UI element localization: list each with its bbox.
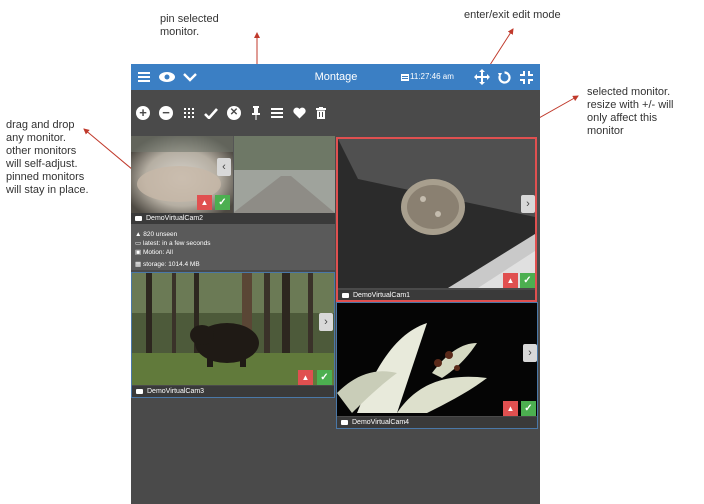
eye-icon[interactable]	[157, 64, 177, 90]
bell-icon[interactable]: ▲	[503, 273, 518, 288]
monitor-name: DemoVirtualCam4	[352, 419, 410, 426]
monitor-name: DemoVirtualCam2	[146, 215, 204, 222]
chevron-right-button[interactable]: ›	[319, 313, 333, 331]
check-icon[interactable]	[202, 104, 220, 122]
app-screen: Montage 11:27:46 am + − ✕ ‹ ▲ ✓ DemoVirt…	[131, 64, 540, 504]
pin-icon[interactable]	[247, 104, 265, 122]
minus-icon[interactable]: −	[157, 104, 175, 122]
monitor-demovirtualcam1[interactable]: › ▲ ✓ DemoVirtualCam1	[336, 137, 537, 302]
menu-icon[interactable]	[136, 64, 152, 90]
check-icon[interactable]: ✓	[520, 273, 535, 288]
trash-icon[interactable]	[312, 104, 330, 122]
chevron-right-button[interactable]: ›	[523, 344, 537, 362]
annotation-drag-drop: drag and drop any monitor. other monitor…	[6, 119, 89, 196]
heart-icon[interactable]	[290, 104, 308, 122]
montage-toolbar: + − ✕	[131, 100, 540, 128]
annotation-selected-monitor: selected monitor. resize with +/- will o…	[587, 86, 674, 137]
chevron-down-icon[interactable]	[181, 64, 199, 90]
camera-icon	[135, 215, 142, 221]
camera-feed-image	[131, 136, 335, 213]
camera-icon	[136, 388, 143, 394]
latest-event: ▭ latest: in a few seconds	[135, 240, 211, 247]
collapse-icon[interactable]	[517, 64, 535, 90]
clock-time: 11:27:46 am	[410, 72, 454, 81]
bell-icon[interactable]: ▲	[197, 195, 212, 210]
plus-icon[interactable]: +	[134, 104, 152, 122]
check-icon[interactable]: ✓	[317, 370, 332, 385]
motion-filter: ▣ Motion: All	[135, 249, 173, 256]
camera-icon	[342, 292, 349, 298]
close-icon[interactable]: ✕	[225, 104, 243, 122]
chevron-left-button[interactable]: ‹	[217, 158, 231, 176]
camera-icon	[341, 419, 348, 425]
grid-icon[interactable]	[180, 104, 198, 122]
annotation-pin: pin selected monitor.	[160, 13, 219, 38]
calendar-icon	[400, 64, 409, 90]
monitor-label-bar: DemoVirtualCam1	[338, 290, 535, 300]
unseen-count: ▲ 820 unseen	[135, 231, 178, 238]
camera-feed-image	[337, 303, 537, 416]
camera-feed-image	[338, 139, 535, 288]
refresh-icon[interactable]	[495, 64, 513, 90]
annotation-edit-mode: enter/exit edit mode	[464, 9, 561, 21]
monitor-demovirtualcam3[interactable]: › ▲ ✓ DemoVirtualCam3	[131, 272, 335, 398]
top-bar: Montage 11:27:46 am	[131, 64, 540, 90]
move-icon[interactable]	[472, 64, 492, 90]
bell-icon[interactable]: ▲	[503, 401, 518, 416]
storage-usage: ▦ storage: 1014.4 MB	[135, 261, 200, 268]
list-icon[interactable]	[268, 104, 286, 122]
monitor-label-bar: DemoVirtualCam3	[132, 386, 334, 397]
arrow-edit	[487, 28, 514, 69]
monitor-name: DemoVirtualCam1	[353, 292, 411, 299]
monitor-label-bar: DemoVirtualCam4	[337, 417, 537, 428]
bell-icon[interactable]: ▲	[298, 370, 313, 385]
camera-feed-image	[132, 273, 334, 385]
page-title: Montage	[314, 71, 358, 83]
chevron-right-button[interactable]: ›	[521, 195, 535, 213]
check-icon[interactable]: ✓	[215, 195, 230, 210]
monitor-demovirtualcam2[interactable]: ‹ ▲ ✓ DemoVirtualCam2	[131, 136, 335, 225]
monitor-demovirtualcam4[interactable]: › ▲ ✓ DemoVirtualCam4	[336, 302, 538, 429]
event-stats-panel: ▲ 820 unseen ▭ latest: in a few seconds …	[131, 224, 335, 270]
page: pin selected monitor. enter/exit edit mo…	[0, 0, 704, 504]
monitor-name: DemoVirtualCam3	[147, 388, 205, 395]
check-icon[interactable]: ✓	[521, 401, 536, 416]
